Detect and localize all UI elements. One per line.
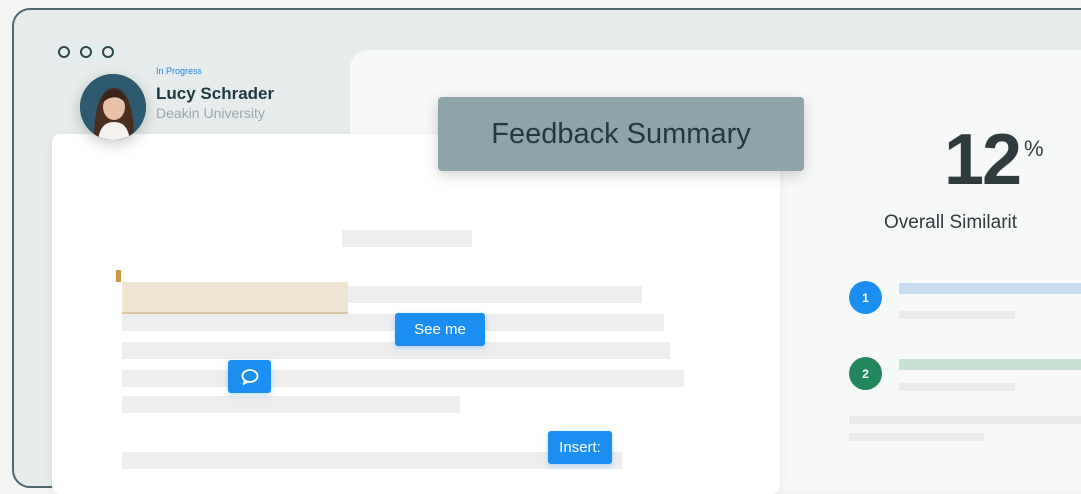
source-2-detail-line [899,383,1015,391]
window-minimize-dot[interactable] [80,46,92,58]
avatar [80,74,146,140]
submission-status: In Progress [156,66,203,76]
similarity-value: 12 [944,120,1022,200]
source-1-detail-line [899,311,1015,319]
window-close-dot[interactable] [58,46,70,58]
text-line [122,370,684,387]
window-maximize-dot[interactable] [102,46,114,58]
text-line [122,314,664,331]
summary-line [849,416,1081,424]
similarity-score: 12 % [944,124,1044,196]
summary-line [849,433,984,441]
feedback-summary-tab[interactable]: Feedback Summary [438,97,804,171]
source-1-match-bar[interactable] [899,283,1081,294]
source-2-match-bar[interactable] [899,359,1081,370]
comment-bubble-icon [241,368,258,385]
insert-button[interactable]: Insert: [548,431,612,464]
student-name: Lucy Schrader [156,84,275,103]
highlighted-text[interactable] [122,282,348,314]
overall-similarity-label: Overall Similarit [884,212,1018,233]
percent-sign: % [1024,136,1044,161]
comment-button[interactable] [228,360,271,393]
source-badge-2[interactable]: 2 [849,357,882,390]
window-controls [58,46,114,58]
text-line [122,396,460,413]
see-me-button[interactable]: See me [395,313,485,346]
student-institution: Deakin University [156,105,265,121]
doc-title-line [342,230,472,247]
text-line [122,452,622,469]
student-avatar-icon [80,74,146,140]
text-cursor [116,270,121,282]
source-badge-1[interactable]: 1 [849,281,882,314]
